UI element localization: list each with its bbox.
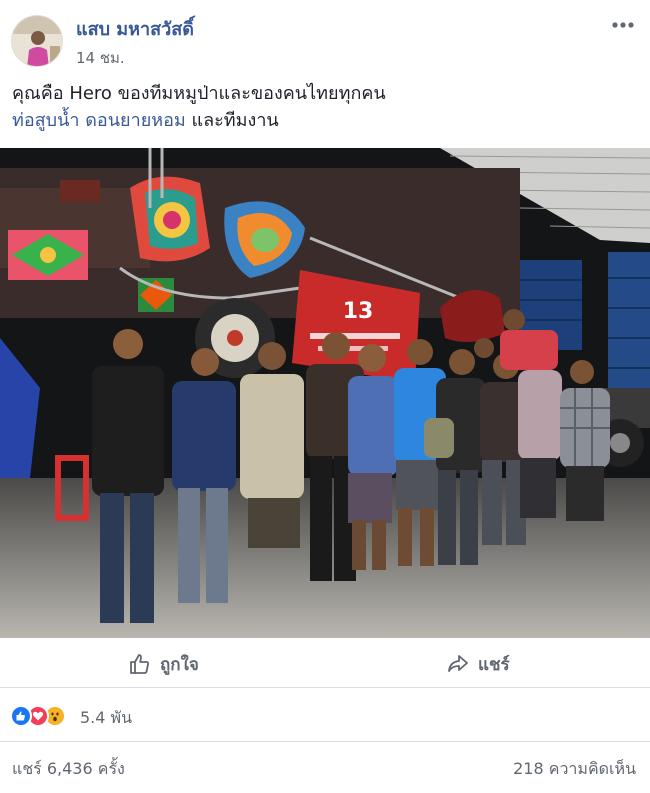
- thumbs-up-icon: [130, 654, 150, 674]
- like-icon: [10, 705, 32, 727]
- like-button-label: ถูกใจ: [160, 654, 199, 675]
- post-text-line-2: ท่อสูบน้ำ ดอนยายหอม และทีมงาน: [12, 107, 638, 134]
- post-text: คุณคือ Hero ของทีมหมูป่าและของคนไทยทุกคน…: [12, 80, 638, 134]
- post-stats: แชร์ 6,436 ครั้ง 218 ความคิดเห็น: [0, 744, 650, 793]
- tagged-page-link-1[interactable]: ท่อสูบน้ำ: [12, 110, 80, 131]
- group-photo-image: 13: [0, 148, 650, 638]
- avatar-image: [12, 16, 62, 66]
- tagged-page-link-2[interactable]: ดอนยายหอม: [85, 110, 186, 131]
- post-header: แสบ มหาสวัสดิ์ 14 ชม.: [0, 0, 650, 70]
- comment-count[interactable]: 218 ความคิดเห็น: [513, 757, 636, 782]
- reaction-count: 5.4 พัน: [80, 708, 133, 727]
- share-button[interactable]: แชร์: [446, 648, 510, 680]
- post-photo[interactable]: 13: [0, 148, 650, 638]
- post-timestamp[interactable]: 14 ชม.: [76, 46, 125, 70]
- share-count[interactable]: แชร์ 6,436 ครั้ง: [12, 757, 125, 782]
- post-text-tail: และทีมงาน: [185, 110, 279, 131]
- like-button[interactable]: ถูกใจ: [128, 648, 199, 680]
- reaction-icons: [10, 705, 66, 727]
- share-button-label: แชร์: [478, 654, 510, 675]
- reactions-summary[interactable]: 5.4 พัน: [0, 690, 650, 742]
- banner-text: 13: [343, 299, 374, 324]
- post-text-line-1: คุณคือ Hero ของทีมหมูป่าและของคนไทยทุกคน: [12, 83, 386, 104]
- author-name[interactable]: แสบ มหาสวัสดิ์: [76, 14, 194, 43]
- post-actions-bar: ถูกใจ แชร์: [0, 640, 650, 688]
- author-avatar[interactable]: [11, 15, 63, 67]
- share-arrow-icon: [448, 655, 468, 672]
- more-options-icon[interactable]: [610, 14, 636, 36]
